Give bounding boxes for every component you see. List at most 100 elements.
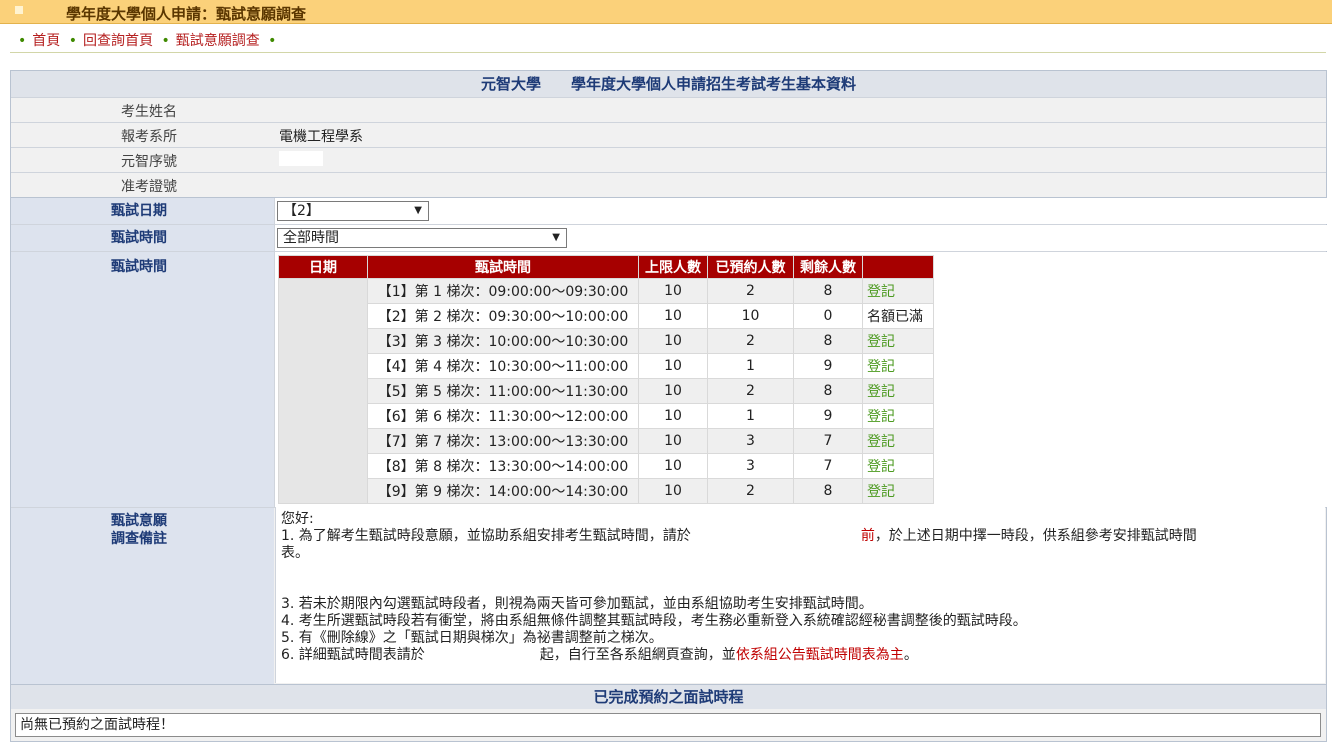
reserved-cell: 1 [707,353,794,379]
notes-text: 您好: 1. 為了解考生甄試時段意願，並協助系組安排考生甄試時間，請於 前，於上述… [275,507,1325,683]
table-row: 【8】第 8 梯次：13:30:00～14:00:00 10 3 7 登記 [279,453,934,479]
register-link[interactable]: 登記 [867,409,895,425]
action-cell: 登記 [862,428,934,454]
register-link[interactable]: 登記 [867,384,895,400]
field-value [279,151,323,166]
field-value: 電機工程學系 [279,129,363,145]
exam-date-select[interactable]: 【2】 ▼ [277,201,429,221]
info-row-ticket: 准考證號 [11,172,1326,197]
booked-message: 尚無已預約之面試時程！ [15,713,1321,737]
reserved-cell: 2 [707,328,794,354]
table-row: 【5】第 5 梯次：11:00:00～11:30:00 10 2 8 登記 [279,378,934,404]
exam-time-row: 甄試時間 全部時間 ▼ [11,224,1327,251]
info-row-name: 考生姓名 [11,97,1326,122]
bullet-dot-icon: • [18,33,27,49]
action-cell: 登記 [862,478,934,504]
action-cell: 登記 [862,378,934,404]
remain-cell: 9 [793,353,863,379]
col-action [862,255,934,279]
exam-time-select[interactable]: 全部時間 ▼ [277,228,567,248]
action-cell: 登記 [862,328,934,354]
reserved-cell: 1 [707,403,794,429]
remain-cell: 9 [793,403,863,429]
breadcrumb: • 首頁 • 回查詢首頁 • 甄試意願調查 • [14,30,282,50]
table-row: 【6】第 6 梯次：11:30:00～12:00:00 10 1 9 登記 [279,403,934,429]
remain-cell: 8 [793,478,863,504]
reserved-cell: 3 [707,453,794,479]
dropdown-arrow-icon: ▼ [414,205,422,216]
limit-cell: 10 [638,403,708,429]
page-title: 學年度大學個人申請：甄試意願調查 [66,5,307,23]
limit-cell: 10 [638,478,708,504]
register-link[interactable]: 登記 [867,284,895,300]
notes-label-line1: 甄試意願 [111,513,167,529]
bullet-dot-icon: • [68,33,77,49]
slot-cell: 【7】第 7 梯次：13:00:00～13:30:00 [367,428,639,454]
limit-cell: 10 [638,278,708,304]
exam-date-label: 甄試日期 [11,198,274,224]
reserved-cell: 10 [707,303,794,329]
reserved-cell: 2 [707,278,794,304]
bullet-dot-icon: • [268,33,277,49]
date-cell [278,278,368,504]
booked-heading: 已完成預約之面試時程 [11,684,1326,709]
register-link[interactable]: 登記 [867,459,895,475]
limit-cell: 10 [638,378,708,404]
remain-cell: 8 [793,278,863,304]
limit-cell: 10 [638,328,708,354]
register-link[interactable]: 登記 [867,359,895,375]
remain-cell: 8 [793,328,863,354]
slot-cell: 【6】第 6 梯次：11:30:00～12:00:00 [367,403,639,429]
slot-cell: 【8】第 8 梯次：13:30:00～14:00:00 [367,453,639,479]
col-date: 日期 [278,255,368,279]
col-remain: 剩餘人數 [793,255,863,279]
schedule-header-row: 日期 甄試時間 上限人數 已預約人數 剩餘人數 [278,255,934,279]
notes-item-4: 4. 考生所選甄試時段若有衝堂，將由系組無條件調整其甄試時段，考生務必重新登入系… [281,613,1027,629]
exam-date-row: 甄試日期 【2】 ▼ [11,197,1327,224]
notes-label: 甄試意願 調查備註 [11,508,274,684]
table-row: 【4】第 4 梯次：10:30:00～11:00:00 10 1 9 登記 [279,353,934,379]
reserved-cell: 2 [707,478,794,504]
exam-date-cell [274,198,1327,224]
limit-cell: 10 [638,303,708,329]
exam-date-selected: 【2】 [283,203,320,219]
breadcrumb-survey-link[interactable]: 甄試意願調查 [176,33,260,49]
bullet-dot-icon: • [161,33,170,49]
register-link[interactable]: 登記 [867,434,895,450]
field-label: 准考證號 [121,179,177,195]
field-label: 考生姓名 [121,104,177,120]
info-row-department: 報考系所 電機工程學系 [11,122,1326,147]
table-row: 【3】第 3 梯次：10:00:00～10:30:00 10 2 8 登記 [279,328,934,354]
slot-cell: 【4】第 4 梯次：10:30:00～11:00:00 [367,353,639,379]
table-row: 【2】第 2 梯次：09:30:00～10:00:00 10 10 0 名額已滿 [279,303,934,329]
reserved-cell: 2 [707,378,794,404]
slot-cell: 【1】第 1 梯次：09:00:00～09:30:00 [367,278,639,304]
schedule-label: 甄試時間 [11,252,274,507]
field-label: 元智序號 [121,154,177,170]
remain-cell: 8 [793,378,863,404]
exam-time-selected: 全部時間 [283,230,339,246]
remain-cell: 0 [793,303,863,329]
breadcrumb-query-home-link[interactable]: 回查詢首頁 [83,33,153,49]
divider [10,52,1326,53]
notes-label-line2: 調查備註 [111,531,167,547]
full-status: 名額已滿 [862,303,934,329]
info-row-serial: 元智序號 [11,147,1326,172]
slot-cell: 【3】第 3 梯次：10:00:00～10:30:00 [367,328,639,354]
applicant-panel: 元智大學 學年度大學個人申請招生考試考生基本資料 考生姓名 報考系所 電機工程學… [10,70,1327,742]
action-cell: 登記 [862,453,934,479]
table-row: 【9】第 9 梯次：14:00:00～14:30:00 10 2 8 登記 [279,478,934,504]
table-row: 【1】第 1 梯次：09:00:00～09:30:00 10 2 8 登記 [278,278,934,504]
limit-cell: 10 [638,453,708,479]
limit-cell: 10 [638,353,708,379]
slot-cell: 【9】第 9 梯次：14:00:00～14:30:00 [367,478,639,504]
bullet-icon [15,6,23,14]
register-link[interactable]: 登記 [867,484,895,500]
remain-cell: 7 [793,428,863,454]
notes-item-6: 6. 詳細甄試時間表請於 起，自行至各系組網頁查詢，並依系組公告甄試時間表為主。 [281,647,918,663]
reserved-cell: 3 [707,428,794,454]
breadcrumb-home-link[interactable]: 首頁 [32,33,60,49]
register-link[interactable]: 登記 [867,334,895,350]
notes-greeting: 您好: [281,511,314,527]
dropdown-arrow-icon: ▼ [552,232,560,243]
